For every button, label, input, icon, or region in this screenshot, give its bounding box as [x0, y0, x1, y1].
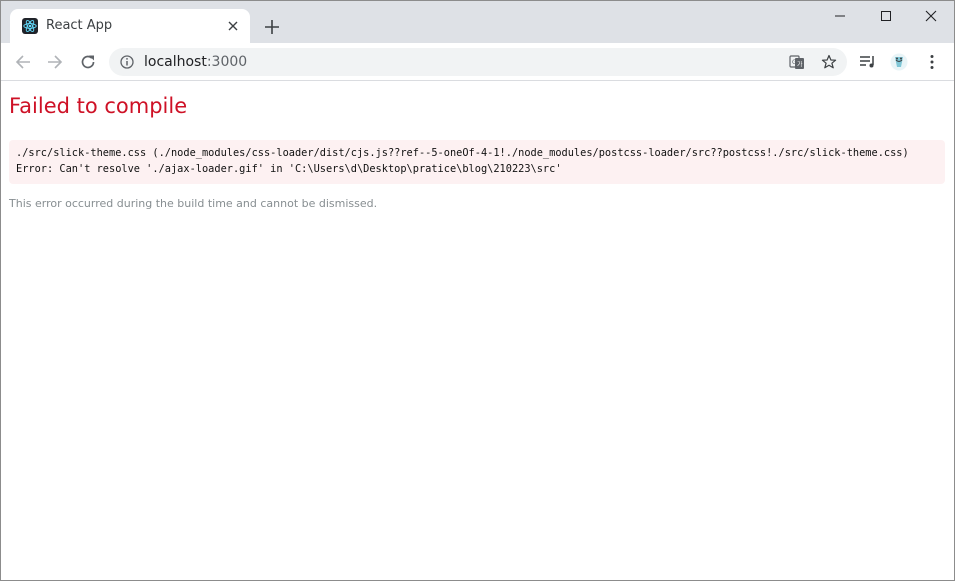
- address-bar[interactable]: localhost:3000 G 가: [109, 48, 847, 76]
- info-icon[interactable]: [119, 54, 135, 70]
- minimize-icon[interactable]: [817, 1, 863, 31]
- error-line-path: ./src/slick-theme.css (./node_modules/cs…: [16, 147, 909, 159]
- star-icon[interactable]: [816, 49, 842, 75]
- error-title: Failed to compile: [9, 94, 188, 118]
- error-message-box: ./src/slick-theme.css (./node_modules/cs…: [9, 140, 945, 184]
- error-note: This error occurred during the build tim…: [9, 197, 378, 210]
- error-line-message: Error: Can't resolve './ajax-loader.gif'…: [16, 163, 562, 175]
- kebab-menu-icon[interactable]: [919, 49, 945, 75]
- url-host: localhost: [144, 54, 207, 70]
- browser-window: React App localhost:3000 G 가 Failed to c…: [0, 0, 955, 581]
- tab-title: React App: [46, 18, 113, 33]
- close-icon[interactable]: [224, 17, 242, 35]
- svg-text:가: 가: [797, 61, 803, 69]
- browser-toolbar: localhost:3000 G 가: [1, 43, 954, 81]
- tab-react-app[interactable]: React App: [10, 9, 250, 43]
- extension-icon[interactable]: [886, 49, 912, 75]
- maximize-icon[interactable]: [863, 1, 909, 31]
- translate-icon[interactable]: G 가: [784, 49, 810, 75]
- media-control-icon[interactable]: [855, 49, 881, 75]
- tab-strip: React App: [1, 1, 954, 43]
- arrow-right-icon[interactable]: [42, 49, 68, 75]
- url-port: :3000: [206, 54, 248, 70]
- reload-icon[interactable]: [75, 49, 101, 75]
- react-logo-icon: [22, 18, 38, 34]
- url-text[interactable]: localhost:3000: [144, 54, 247, 70]
- window-close-icon[interactable]: [908, 1, 954, 31]
- page-content: Failed to compile ./src/slick-theme.css …: [1, 81, 954, 580]
- arrow-left-icon[interactable]: [10, 49, 36, 75]
- new-tab-plus-icon[interactable]: [261, 16, 283, 38]
